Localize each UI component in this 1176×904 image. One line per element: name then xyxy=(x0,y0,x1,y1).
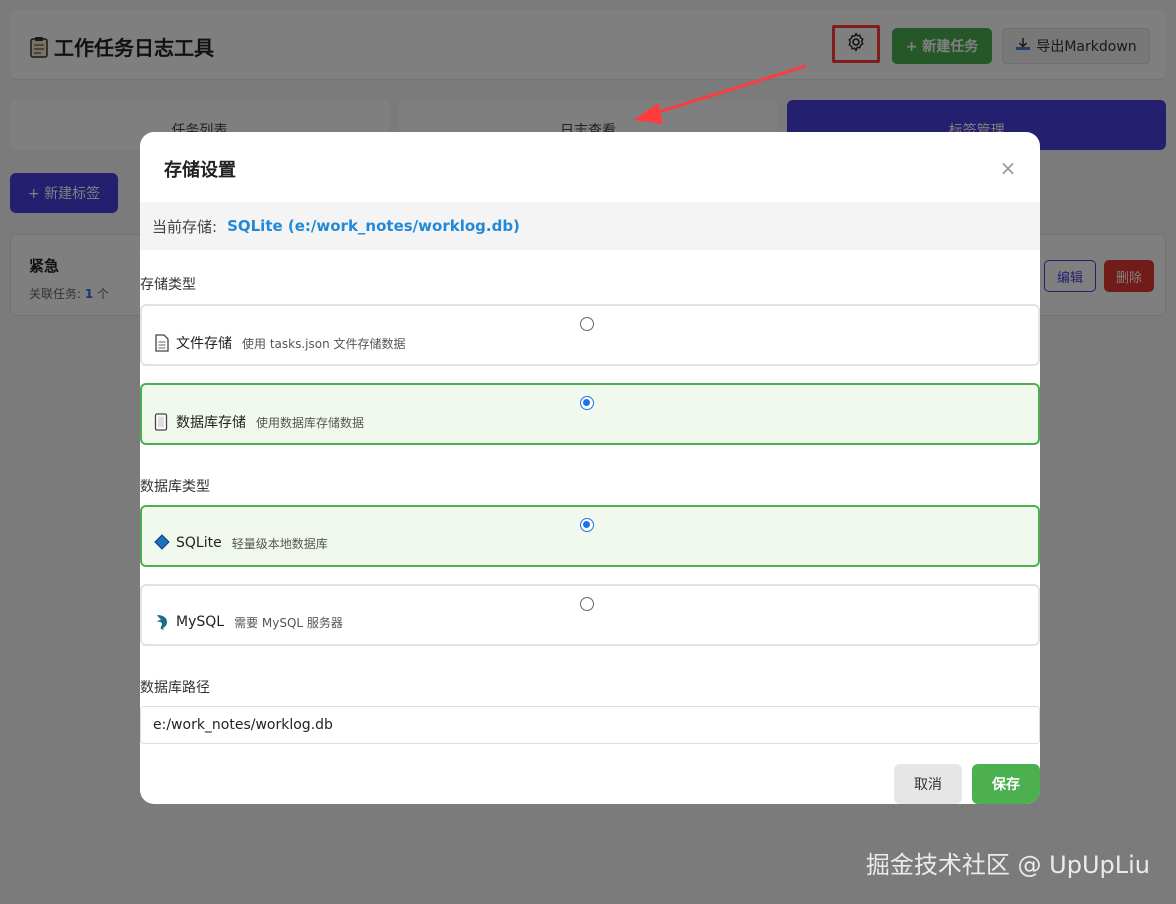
option-desc: 使用数据库存储数据 xyxy=(256,415,365,430)
option-database-storage[interactable]: 数据库存储 使用数据库存储数据 xyxy=(140,383,1040,445)
document-icon xyxy=(154,334,170,352)
current-storage-bar: 当前存储: SQLite (e:/work_notes/worklog.db) xyxy=(140,202,1040,250)
storage-type-label: 存储类型 xyxy=(140,277,196,293)
option-row: 数据库存储 使用数据库存储数据 xyxy=(154,412,364,432)
option-desc: 轻量级本地数据库 xyxy=(231,536,328,551)
cancel-button[interactable]: 取消 xyxy=(894,764,962,804)
save-button[interactable]: 保存 xyxy=(972,764,1040,804)
option-sqlite[interactable]: SQLite 轻量级本地数据库 xyxy=(140,505,1040,567)
radio-mysql[interactable] xyxy=(580,597,594,611)
mysql-dolphin-icon xyxy=(154,613,170,631)
radio-sqlite[interactable] xyxy=(580,518,594,532)
option-name: 数据库存储 xyxy=(176,415,246,431)
option-file-storage[interactable]: 文件存储 使用 tasks.json 文件存储数据 xyxy=(140,304,1040,366)
watermark: 掘金技术社区 @ UpUpLiu xyxy=(865,851,1150,879)
option-row: MySQL 需要 MySQL 服务器 xyxy=(154,613,343,631)
sqlite-diamond-icon xyxy=(154,534,170,552)
option-name: MySQL xyxy=(176,614,225,630)
option-name: SQLite xyxy=(176,535,222,551)
database-icon xyxy=(154,413,170,431)
close-icon[interactable]: × xyxy=(998,158,1018,178)
option-row: SQLite 轻量级本地数据库 xyxy=(154,534,328,552)
db-type-label: 数据库类型 xyxy=(140,479,210,495)
option-mysql[interactable]: MySQL 需要 MySQL 服务器 xyxy=(140,584,1040,646)
current-storage-label: 当前存储: xyxy=(152,217,218,236)
radio-database-storage[interactable] xyxy=(580,396,594,410)
radio-file-storage[interactable] xyxy=(580,317,594,331)
option-desc: 使用 tasks.json 文件存储数据 xyxy=(242,336,406,351)
option-name: 文件存储 xyxy=(176,336,232,352)
option-row: 文件存储 使用 tasks.json 文件存储数据 xyxy=(154,333,406,353)
option-desc: 需要 MySQL 服务器 xyxy=(234,615,343,630)
db-path-label: 数据库路径 xyxy=(140,680,210,696)
current-storage-value: SQLite (e:/work_notes/worklog.db) xyxy=(227,217,520,235)
db-path-input[interactable] xyxy=(140,706,1040,744)
storage-settings-modal: 存储设置 × 当前存储: SQLite (e:/work_notes/workl… xyxy=(140,132,1040,804)
modal-title: 存储设置 xyxy=(164,160,236,181)
